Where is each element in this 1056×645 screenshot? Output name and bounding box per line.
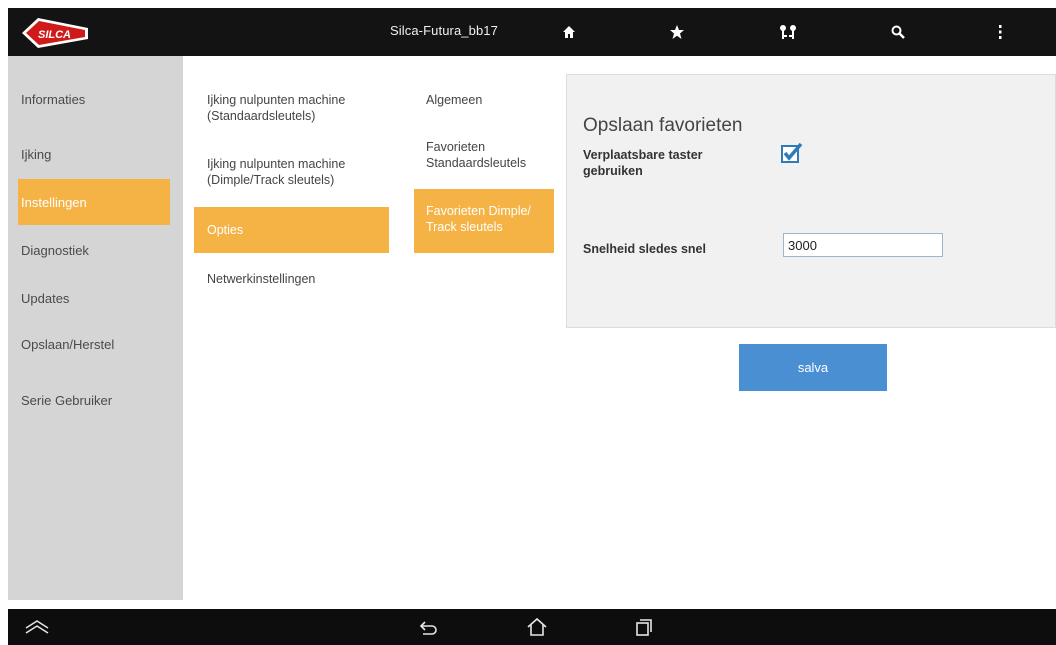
sidebar-item-instellingen[interactable]: Instellingen bbox=[18, 179, 170, 225]
app-title: Silca-Futura_bb17 bbox=[390, 23, 498, 38]
menu-item-ijking-dimple[interactable]: Ijking nulpunten machine (Dimple/Track s… bbox=[207, 156, 387, 188]
movable-probe-label: Verplaatsbare taster gebruiken bbox=[583, 148, 703, 178]
menu-item-ijking-standaard[interactable]: Ijking nulpunten machine (Standaardsleut… bbox=[207, 92, 377, 124]
search-icon[interactable] bbox=[884, 20, 912, 44]
speed-input[interactable] bbox=[783, 233, 943, 257]
sidebar-item-informaties[interactable]: Informaties bbox=[18, 76, 170, 122]
top-bar: SILCA Silca-Futura_bb17 bbox=[8, 8, 1056, 56]
star-icon[interactable] bbox=[663, 20, 691, 44]
favorites-panel: Opslaan favorieten Verplaatsbare taster … bbox=[566, 74, 1056, 328]
svg-text:SILCA: SILCA bbox=[38, 29, 71, 41]
menu-item-opties[interactable]: Opties bbox=[194, 207, 389, 253]
recent-apps-icon[interactable] bbox=[629, 615, 659, 639]
home-up-icon[interactable] bbox=[22, 615, 52, 639]
sidebar-item-opslaan-herstel[interactable]: Opslaan/Herstel bbox=[18, 321, 170, 367]
more-vert-icon[interactable] bbox=[986, 20, 1014, 44]
save-button[interactable]: salva bbox=[739, 344, 887, 391]
panel-title: Opslaan favorieten bbox=[583, 115, 743, 136]
navigation-bar bbox=[8, 609, 1056, 645]
back-icon[interactable] bbox=[413, 615, 443, 639]
menu-item-favorieten-dimple[interactable]: Favorieten Dimple/ Track sleutels bbox=[414, 189, 554, 253]
menu-item-favorieten-standaard[interactable]: Favorieten Standaardsleutels bbox=[426, 139, 551, 171]
speed-label: Snelheid sledes snel bbox=[583, 242, 706, 256]
silca-logo: SILCA bbox=[18, 14, 90, 52]
sidebar: Informaties Ijking Instellingen Diagnost… bbox=[8, 56, 183, 600]
home-icon[interactable] bbox=[555, 20, 583, 44]
menu-item-netwerkinstellingen[interactable]: Netwerkinstellingen bbox=[207, 271, 377, 287]
keys-icon[interactable] bbox=[774, 20, 802, 44]
menu-item-algemeen[interactable]: Algemeen bbox=[426, 92, 546, 108]
home-button-icon[interactable] bbox=[522, 615, 552, 639]
sidebar-item-serie-gebruiker[interactable]: Serie Gebruiker bbox=[18, 377, 170, 423]
app-window: SILCA Silca-Futura_bb17 Informaties Ijki… bbox=[8, 8, 1056, 645]
sidebar-item-ijking[interactable]: Ijking bbox=[18, 131, 170, 177]
sidebar-item-diagnostiek[interactable]: Diagnostiek bbox=[18, 227, 170, 273]
sidebar-item-updates[interactable]: Updates bbox=[18, 275, 170, 321]
movable-probe-checkbox[interactable] bbox=[781, 142, 803, 164]
